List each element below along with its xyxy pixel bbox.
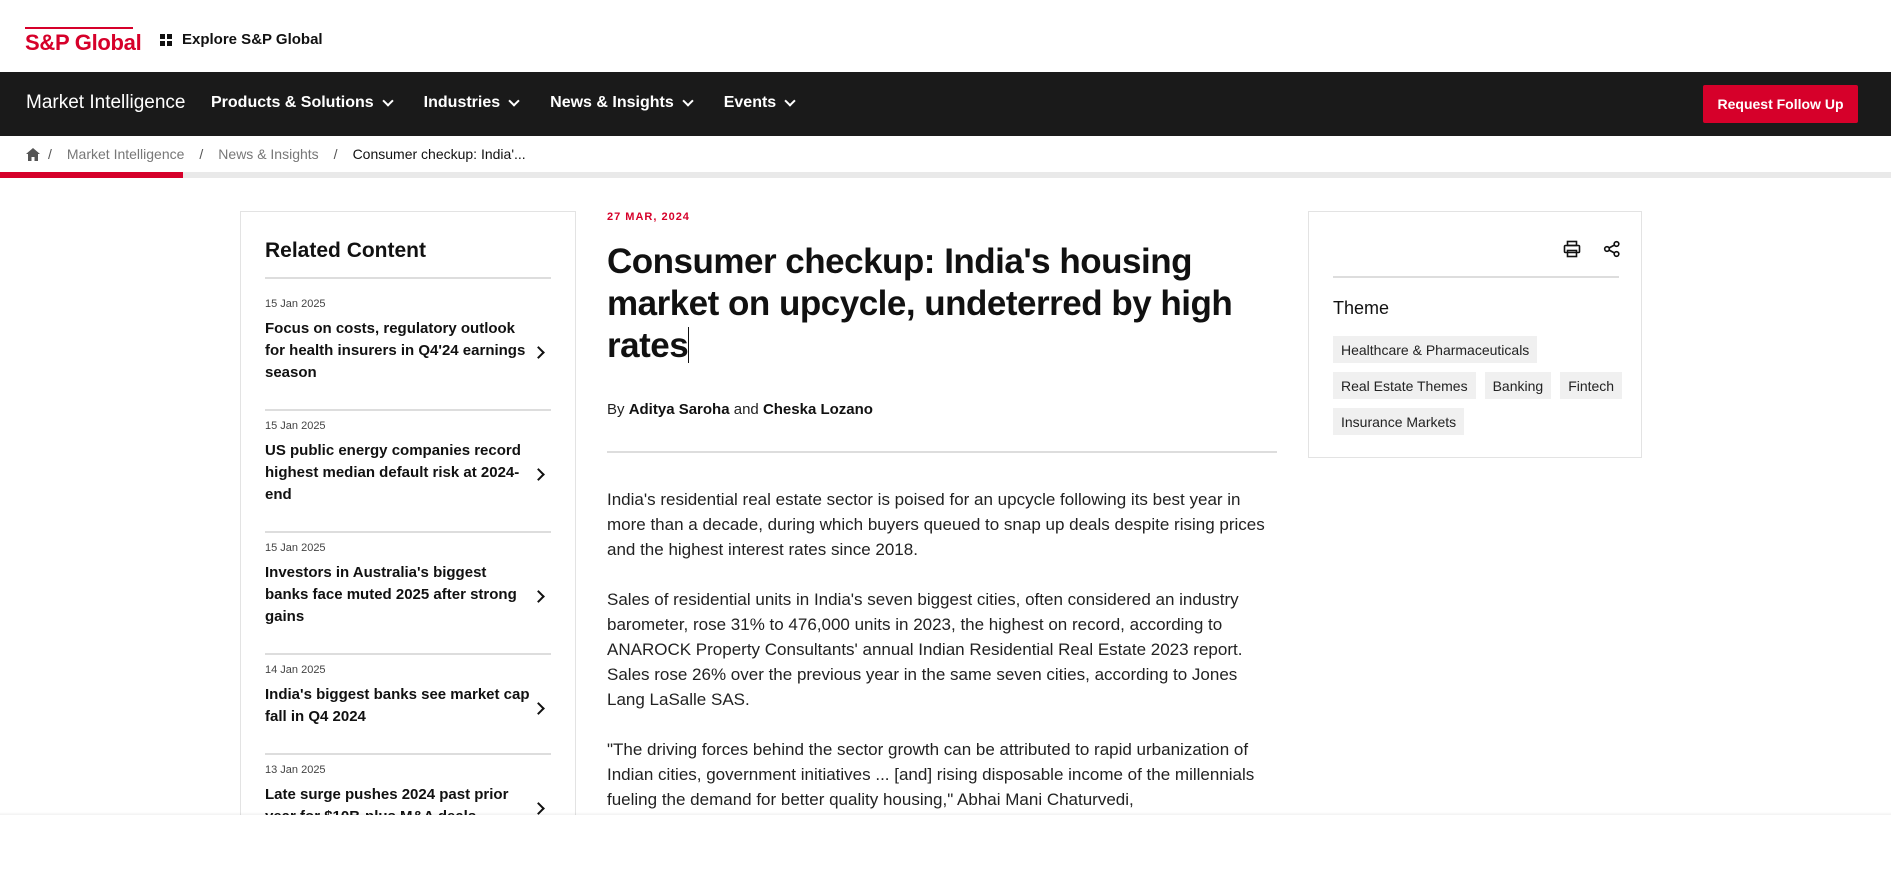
divider — [265, 409, 551, 411]
explore-label: Explore S&P Global — [182, 31, 323, 48]
share-icon[interactable] — [1603, 240, 1621, 263]
grid-icon — [160, 33, 172, 46]
divider — [265, 277, 551, 279]
chevron-right-icon[interactable] — [532, 590, 545, 603]
print-icon[interactable] — [1563, 240, 1581, 263]
top-bar: S&P Global Explore S&P Global — [0, 0, 1891, 72]
request-follow-up-button[interactable]: Request Follow Up — [1703, 85, 1858, 123]
related-content-heading: Related Content — [265, 239, 427, 262]
nav-item-label: Products & Solutions — [211, 94, 374, 111]
article-paragraph: "The driving forces behind the sector gr… — [607, 740, 1255, 809]
divider — [607, 451, 1277, 453]
byline-and: and — [733, 401, 759, 418]
related-item[interactable]: 15 Jan 2025 US public energy companies r… — [265, 420, 551, 533]
chevron-down-icon — [382, 94, 394, 107]
theme-heading: Theme — [1333, 298, 1390, 318]
text-cursor — [688, 327, 690, 363]
article-paragraph: India's residential real estate sector i… — [607, 490, 1265, 559]
related-item-date: 15 Jan 2025 — [265, 542, 326, 554]
theme-tag[interactable]: Insurance Markets — [1333, 408, 1465, 435]
byline: By Aditya Saroha and Cheska Lozano — [607, 401, 873, 418]
theme-tag[interactable]: Healthcare & Pharmaceuticals — [1333, 336, 1538, 363]
chevron-down-icon — [682, 94, 694, 107]
reading-progress-fill — [0, 172, 184, 178]
chevron-down-icon — [784, 94, 796, 107]
article-title-text: Consumer checkup: India's housing market… — [607, 242, 1233, 365]
nav-item-label: Industries — [423, 94, 501, 111]
breadcrumb-current: Consumer checkup: India'... — [352, 146, 526, 162]
related-content-panel: Related Content 15 Jan 2025 Focus on cos… — [240, 211, 576, 831]
breadcrumb-news-insights[interactable]: News & Insights — [218, 146, 318, 162]
chevron-down-icon — [508, 94, 520, 107]
article-title: Consumer checkup: India's housing market… — [607, 241, 1257, 367]
related-item-title[interactable]: US public energy companies record highes… — [265, 440, 530, 506]
nav-item-industries[interactable]: Industries — [423, 94, 520, 112]
breadcrumb-separator: / — [333, 146, 338, 162]
reading-progress-bar — [0, 172, 1891, 178]
explore-button[interactable]: Explore S&P Global — [160, 31, 323, 48]
article-body: India's residential real estate sector i… — [607, 487, 1277, 837]
nav-item-products[interactable]: Products & Solutions — [211, 94, 394, 112]
nav-item-label: News & Insights — [550, 94, 674, 111]
related-item-date: 15 Jan 2025 — [265, 298, 326, 310]
author-link[interactable]: Aditya Saroha — [629, 401, 730, 418]
byline-prefix: By — [607, 401, 625, 418]
article-date: 27 MAR, 2024 — [607, 211, 690, 223]
theme-tags: Healthcare & Pharmaceuticals Real Estate… — [1333, 336, 1623, 435]
nav-menu: Products & Solutions Industries News & I… — [211, 94, 796, 112]
article-tools — [1563, 240, 1621, 263]
breadcrumb-market-intelligence[interactable]: Market Intelligence — [67, 146, 185, 162]
chevron-right-icon[interactable] — [532, 346, 545, 359]
viewport-bottom — [0, 815, 1891, 880]
home-icon[interactable] — [26, 147, 40, 161]
related-item-title[interactable]: Focus on costs, regulatory outlook for h… — [265, 318, 530, 384]
article-paragraph: Sales of residential units in India's se… — [607, 590, 1243, 709]
logo-rule — [25, 27, 133, 29]
nav-item-events[interactable]: Events — [723, 94, 796, 112]
breadcrumb-separator: / — [199, 146, 204, 162]
author-link[interactable]: Cheska Lozano — [763, 401, 873, 418]
divider — [265, 653, 551, 655]
theme-tag[interactable]: Fintech — [1560, 372, 1623, 399]
divider — [265, 753, 551, 755]
divider — [265, 531, 551, 533]
nav-item-label: Events — [723, 94, 777, 111]
related-item-title[interactable]: India's biggest banks see market cap fal… — [265, 684, 530, 728]
chevron-right-icon[interactable] — [532, 702, 545, 715]
theme-tag[interactable]: Banking — [1484, 372, 1552, 399]
breadcrumb-separator: / — [48, 146, 52, 162]
theme-tag[interactable]: Real Estate Themes — [1333, 372, 1476, 399]
sp-global-logo[interactable]: S&P Global — [25, 30, 142, 56]
related-item-date: 14 Jan 2025 — [265, 664, 326, 676]
article: 27 MAR, 2024 Consumer checkup: India's h… — [607, 211, 1277, 809]
related-item[interactable]: 14 Jan 2025 India's biggest banks see ma… — [265, 664, 551, 755]
theme-panel: Theme Healthcare & Pharmaceuticals Real … — [1308, 211, 1642, 458]
nav-item-news-insights[interactable]: News & Insights — [550, 94, 694, 112]
chevron-right-icon[interactable] — [532, 468, 545, 481]
related-item[interactable]: 15 Jan 2025 Focus on costs, regulatory o… — [265, 298, 551, 411]
nav-brand[interactable]: Market Intelligence — [26, 92, 185, 114]
breadcrumb: / Market Intelligence / News & Insights … — [26, 146, 526, 162]
divider — [1333, 276, 1619, 278]
related-item-date: 13 Jan 2025 — [265, 764, 326, 776]
main-nav: Market Intelligence Products & Solutions… — [0, 72, 1891, 136]
related-item-title[interactable]: Investors in Australia's biggest banks f… — [265, 562, 530, 628]
related-item-date: 15 Jan 2025 — [265, 420, 326, 432]
related-item[interactable]: 15 Jan 2025 Investors in Australia's big… — [265, 542, 551, 655]
